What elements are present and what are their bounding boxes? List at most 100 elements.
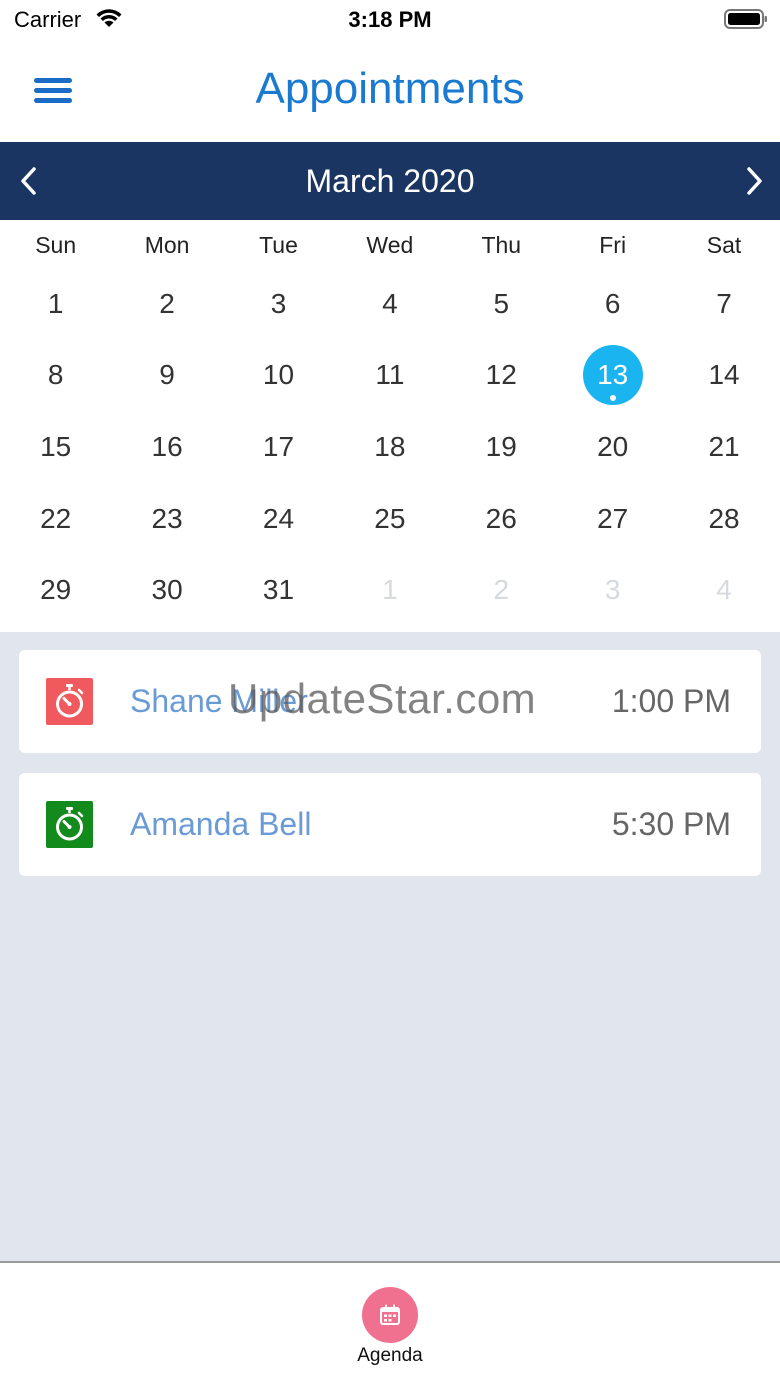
day-number: 11 — [375, 359, 405, 391]
day-cell[interactable]: 12 — [446, 340, 557, 412]
day-number: 10 — [262, 359, 295, 391]
day-cell[interactable]: 3 — [557, 554, 668, 626]
day-number: 28 — [708, 502, 740, 534]
day-number: 1 — [47, 287, 64, 319]
page-title: Appointments — [255, 64, 525, 113]
day-cell[interactable]: 22 — [0, 483, 111, 555]
status-bar: Carrier 3:18 PM — [0, 0, 780, 42]
app-header: Appointments — [0, 42, 780, 142]
day-number: 18 — [374, 430, 406, 462]
day-cell[interactable]: 11 — [334, 340, 445, 412]
day-number: 22 — [40, 502, 72, 534]
day-cell[interactable]: 8 — [0, 340, 111, 412]
day-number: 21 — [708, 430, 740, 462]
day-cell[interactable]: 20 — [557, 411, 668, 483]
day-cell[interactable]: 4 — [334, 268, 445, 340]
weekday-label: Wed — [366, 232, 414, 258]
day-cell[interactable]: 23 — [111, 483, 222, 555]
day-number: 8 — [47, 359, 64, 391]
appointment-name: Shane Miller — [130, 683, 308, 719]
tab-agenda-label: Agenda — [357, 1345, 423, 1366]
day-cell[interactable]: 6 — [557, 268, 668, 340]
weekday-label: Tue — [259, 232, 298, 258]
weekday-label: Thu — [481, 232, 522, 258]
day-number: 4 — [382, 287, 398, 319]
day-number: 7 — [716, 287, 732, 319]
day-cell[interactable]: 24 — [223, 483, 334, 555]
day-cell[interactable]: 5 — [446, 268, 557, 340]
stopwatch-icon — [46, 801, 93, 848]
battery-icon — [724, 9, 767, 29]
day-cell[interactable]: 3 — [223, 268, 334, 340]
day-cell[interactable]: 17 — [223, 411, 334, 483]
day-cell[interactable]: 26 — [446, 483, 557, 555]
day-number: 3 — [604, 574, 621, 606]
day-number: 27 — [597, 502, 629, 534]
day-number: 14 — [708, 359, 740, 391]
day-cell[interactable]: 19 — [446, 411, 557, 483]
day-number: 4 — [716, 574, 732, 606]
day-cell[interactable]: 16 — [111, 411, 222, 483]
day-cell[interactable]: 1 — [334, 554, 445, 626]
day-cell[interactable]: 31 — [223, 554, 334, 626]
day-cell[interactable]: 2 — [446, 554, 557, 626]
day-cell[interactable]: 14 — [668, 340, 779, 412]
day-cell[interactable]: 18 — [334, 411, 445, 483]
appointment-card[interactable]: Shane Miller 1:00 PM — [19, 650, 761, 753]
days-grid: 1 2 3 4 5 6 7 8 9 10 11 12 13 14 15 16 17 18 19 20 21 22 23 24 2… — [0, 268, 780, 626]
day-number: 12 — [485, 359, 517, 391]
day-number: 9 — [159, 359, 175, 391]
clock-time: 3:18 PM — [348, 7, 432, 32]
day-number: 2 — [493, 574, 510, 606]
day-cell-selected[interactable]: 13 — [557, 340, 668, 412]
day-cell[interactable]: 27 — [557, 483, 668, 555]
weekday-label: Sun — [35, 232, 77, 258]
stopwatch-icon — [46, 678, 93, 725]
day-cell[interactable]: 30 — [111, 554, 222, 626]
day-number: 13 — [597, 359, 629, 391]
day-number: 1 — [382, 574, 398, 606]
day-number: 25 — [374, 502, 406, 534]
day-cell[interactable]: 15 — [0, 411, 111, 483]
day-cell[interactable]: 10 — [223, 340, 334, 412]
weekday-label: Mon — [144, 232, 190, 258]
appointment-time: 5:30 PM — [611, 806, 731, 842]
chevron-right-icon — [747, 167, 762, 195]
day-number: 20 — [597, 430, 629, 462]
next-month-button[interactable] — [733, 160, 773, 202]
appointment-time: 1:00 PM — [611, 683, 731, 719]
day-number: 6 — [604, 287, 621, 319]
day-number: 29 — [40, 574, 72, 606]
day-cell[interactable]: 29 — [0, 554, 111, 626]
weekday-header-row: Sun Mon Tue Wed Thu Fri Sat — [0, 220, 780, 270]
tab-bar: Agenda — [0, 1261, 780, 1387]
month-navigation-bar: March 2020 — [0, 142, 780, 220]
day-cell[interactable]: 9 — [111, 340, 222, 412]
event-indicator-dot — [609, 395, 616, 402]
agenda-icon-circle — [362, 1287, 418, 1343]
day-cell[interactable]: 28 — [668, 483, 779, 555]
weekday-label: Sat — [706, 232, 742, 258]
appointment-name: Amanda Bell — [130, 806, 312, 842]
day-number: 23 — [151, 502, 183, 534]
day-number: 24 — [262, 502, 295, 534]
weekday-label: Fri — [599, 232, 627, 258]
day-number: 26 — [485, 502, 517, 534]
day-cell[interactable]: 21 — [668, 411, 779, 483]
calendar-grid: Sun Mon Tue Wed Thu Fri Sat 1 2 3 4 5 6 7 8 9 10 11 12 13 1… — [0, 220, 780, 632]
day-number: 19 — [485, 430, 517, 462]
month-label: March 2020 — [305, 163, 475, 199]
day-number: 5 — [493, 287, 510, 319]
day-number: 31 — [262, 574, 295, 606]
day-number: 30 — [151, 574, 183, 606]
day-number: 15 — [40, 430, 72, 462]
tab-agenda[interactable]: Agenda — [340, 1283, 440, 1373]
day-number: 16 — [151, 430, 183, 462]
day-cell[interactable]: 2 — [111, 268, 222, 340]
day-cell[interactable]: 4 — [668, 554, 779, 626]
day-cell[interactable]: 7 — [668, 268, 779, 340]
appointment-card[interactable]: Amanda Bell 5:30 PM — [19, 773, 761, 876]
appointment-list: Shane Miller 1:00 PM Amanda Bell 5:30 PM — [0, 632, 780, 1262]
day-cell[interactable]: 1 — [0, 268, 111, 340]
day-cell[interactable]: 25 — [334, 483, 445, 555]
